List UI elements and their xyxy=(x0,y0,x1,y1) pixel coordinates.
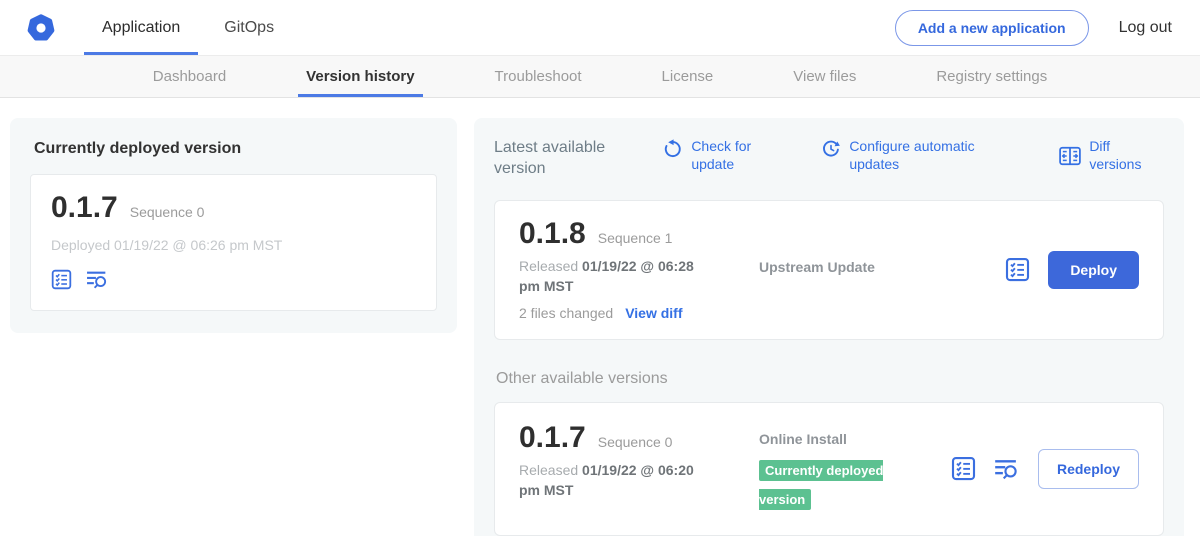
redeploy-button[interactable]: Redeploy xyxy=(1038,449,1139,489)
check-for-update-link[interactable]: Check for update xyxy=(663,138,763,173)
latest-version-info: 0.1.8 Sequence 1 Released 01/19/22 @ 06:… xyxy=(519,219,731,322)
view-diff-link[interactable]: View diff xyxy=(625,305,682,321)
configure-updates-label: Configure automatic updates xyxy=(849,138,1001,173)
upstream-update-label: Upstream Update xyxy=(759,259,931,275)
other-version-actions: Redeploy xyxy=(951,449,1139,489)
main-content: Currently deployed version 0.1.7 Sequenc… xyxy=(0,98,1200,536)
tab-view-files[interactable]: View files xyxy=(785,56,864,97)
tab-troubleshoot[interactable]: Troubleshoot xyxy=(487,56,590,97)
nav-tab-application[interactable]: Application xyxy=(84,0,198,55)
tab-version-history[interactable]: Version history xyxy=(298,56,422,97)
latest-version-number: 0.1.8 xyxy=(519,219,586,249)
add-application-button[interactable]: Add a new application xyxy=(895,10,1089,46)
diff-versions-icon xyxy=(1059,146,1081,166)
latest-sequence-label: Sequence 1 xyxy=(598,230,673,246)
deploy-logs-icon[interactable] xyxy=(994,457,1020,481)
other-sequence-label: Sequence 0 xyxy=(598,434,673,450)
deployed-version-number: 0.1.7 xyxy=(51,193,118,223)
top-navbar: Application GitOps Add a new application… xyxy=(0,0,1200,56)
other-version-source: Online Install Currently deployed versio… xyxy=(759,423,931,515)
preflight-checks-icon[interactable] xyxy=(1005,257,1030,282)
available-panel-header: Latest available version Check for updat… xyxy=(494,138,1164,180)
other-version-number: 0.1.7 xyxy=(519,423,586,453)
app-subnav: Dashboard Version history Troubleshoot L… xyxy=(0,56,1200,98)
latest-released-timestamp: Released 01/19/22 @ 06:28 pm MST xyxy=(519,256,709,297)
deployed-timestamp: Deployed 01/19/22 @ 06:26 pm MST xyxy=(51,237,416,253)
released-prefix: Released xyxy=(519,462,578,478)
topnav-tabs: Application GitOps xyxy=(84,0,300,55)
badge-container: Currently deployed version xyxy=(759,457,911,515)
other-version-info: 0.1.7 Sequence 0 Released 01/19/22 @ 06:… xyxy=(519,423,731,515)
other-versions-heading: Other available versions xyxy=(496,370,1164,388)
tab-registry-settings[interactable]: Registry settings xyxy=(928,56,1055,97)
logout-link[interactable]: Log out xyxy=(1119,19,1172,37)
tab-dashboard[interactable]: Dashboard xyxy=(145,56,234,97)
heptagon-logo-icon xyxy=(26,13,56,43)
app-logo[interactable] xyxy=(26,13,56,43)
configure-updates-link[interactable]: Configure automatic updates xyxy=(821,138,1001,173)
deployed-version-row: 0.1.7 Sequence 0 xyxy=(51,193,416,223)
deployed-panel-title: Currently deployed version xyxy=(34,140,437,158)
latest-version-card: 0.1.8 Sequence 1 Released 01/19/22 @ 06:… xyxy=(494,200,1164,341)
latest-version-source: Upstream Update xyxy=(759,219,931,322)
online-install-label: Online Install xyxy=(759,431,931,447)
topnav-right: Add a new application Log out xyxy=(895,0,1172,55)
other-version-card: 0.1.7 Sequence 0 Released 01/19/22 @ 06:… xyxy=(494,402,1164,536)
currently-deployed-badge: Currently deployed version xyxy=(759,460,883,510)
deployed-sequence-label: Sequence 0 xyxy=(130,204,205,220)
other-released-timestamp: Released 01/19/22 @ 06:20 pm MST xyxy=(519,460,709,501)
currently-deployed-panel: Currently deployed version 0.1.7 Sequenc… xyxy=(10,118,457,333)
preflight-checks-icon[interactable] xyxy=(951,456,976,481)
available-versions-panel: Latest available version Check for updat… xyxy=(474,118,1184,536)
check-for-update-label: Check for update xyxy=(691,138,763,173)
refresh-icon xyxy=(663,139,683,159)
diff-versions-label: Diff versions xyxy=(1089,138,1162,173)
latest-available-title: Latest available version xyxy=(494,138,611,180)
nav-tab-gitops[interactable]: GitOps xyxy=(206,0,292,55)
diff-versions-link[interactable]: Diff versions xyxy=(1059,138,1162,173)
released-prefix: Released xyxy=(519,258,578,274)
tab-license[interactable]: License xyxy=(654,56,722,97)
deployed-version-card: 0.1.7 Sequence 0 Deployed 01/19/22 @ 06:… xyxy=(30,174,437,311)
preflight-checks-icon[interactable] xyxy=(51,269,72,290)
deploy-button[interactable]: Deploy xyxy=(1048,251,1139,289)
auto-update-icon xyxy=(821,139,841,159)
latest-version-actions: Deploy xyxy=(1005,251,1139,289)
files-changed-label: 2 files changed xyxy=(519,305,613,321)
deploy-logs-icon[interactable] xyxy=(86,269,109,290)
deployed-actions xyxy=(51,269,416,290)
